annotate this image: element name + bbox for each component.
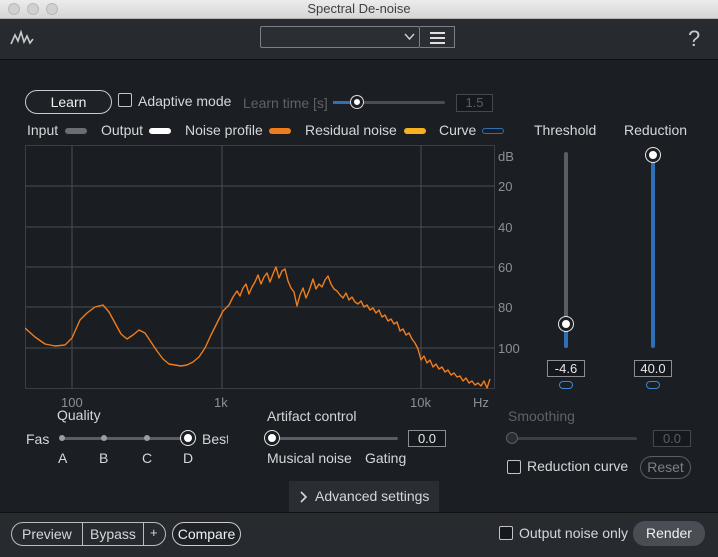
smoothing-slider-knob[interactable]	[506, 432, 518, 444]
quality-step-b[interactable]	[101, 435, 107, 441]
legend-output-swatch[interactable]	[149, 128, 171, 134]
db-axis-label: dB	[498, 149, 514, 164]
render-button[interactable]: Render	[633, 521, 705, 546]
learn-time-slider-knob[interactable]	[351, 96, 363, 108]
legend-noise-profile-label: Noise profile	[185, 122, 263, 138]
reduction-curve-label: Reduction curve	[527, 458, 629, 474]
advanced-settings-label: Advanced settings	[315, 488, 430, 504]
reduction-value[interactable]: 40.0	[634, 360, 672, 377]
musical-noise-label: Musical noise	[267, 450, 352, 466]
db-tick-20: 20	[498, 179, 513, 194]
legend-curve-swatch[interactable]	[482, 128, 504, 134]
artifact-control-slider[interactable]	[272, 437, 398, 440]
threshold-link-icon[interactable]	[559, 381, 573, 389]
window-titlebar: Spectral De-noise	[0, 0, 718, 19]
legend-input-swatch[interactable]	[65, 128, 87, 134]
spectrum-graph[interactable]	[25, 145, 495, 389]
help-button[interactable]: ?	[688, 26, 700, 52]
artifact-control-label: Artifact control	[267, 408, 357, 424]
window-title: Spectral De-noise	[307, 1, 411, 16]
db-tick-80: 80	[498, 300, 513, 315]
legend-input-label: Input	[27, 122, 59, 138]
reduction-label: Reduction	[624, 122, 688, 138]
legend-noise-profile-swatch[interactable]	[269, 128, 291, 134]
artifact-control-knob[interactable]	[265, 431, 279, 445]
freq-axis-unit: Hz	[473, 395, 489, 410]
preview-button[interactable]: Preview	[22, 526, 72, 542]
reduction-slider[interactable]	[651, 155, 655, 348]
compare-button[interactable]: Compare	[172, 522, 241, 546]
quality-step-a-label: A	[58, 450, 68, 466]
gating-label: Gating	[365, 450, 407, 466]
smoothing-slider[interactable]	[512, 437, 637, 440]
bypass-button[interactable]: Bypass	[90, 526, 136, 542]
izotope-logo-icon	[10, 30, 34, 45]
quality-slider[interactable]	[60, 437, 188, 440]
quality-step-b-label: B	[99, 450, 109, 466]
legend-output-label: Output	[101, 122, 144, 138]
legend-curve-label: Curve	[439, 122, 477, 138]
reduction-slider-knob[interactable]	[646, 148, 660, 162]
preset-dropdown[interactable]	[260, 26, 420, 48]
learn-button[interactable]: Learn	[25, 90, 112, 114]
spectrum-plot	[25, 145, 495, 389]
artifact-control-value[interactable]: 0.0	[408, 430, 446, 447]
db-tick-40: 40	[498, 220, 513, 235]
smoothing-value[interactable]: 0.0	[653, 430, 691, 447]
adaptive-mode-label: Adaptive mode	[138, 93, 232, 109]
smoothing-label: Smoothing	[508, 408, 575, 424]
preset-menu-button[interactable]	[420, 26, 455, 48]
legend-residual-noise-label: Residual noise	[305, 122, 397, 138]
threshold-value[interactable]: -4.6	[547, 360, 585, 377]
db-tick-60: 60	[498, 260, 513, 275]
learn-time-value[interactable]: 1.5	[456, 94, 493, 112]
db-tick-100: 100	[498, 341, 520, 356]
chevron-right-icon	[300, 491, 308, 503]
quality-step-c-label: C	[142, 450, 153, 466]
quality-best-label: Best	[202, 431, 228, 447]
add-button[interactable]: +	[150, 525, 158, 540]
noise-profile-curve	[25, 266, 491, 389]
advanced-settings-button[interactable]: Advanced settings	[289, 481, 439, 512]
threshold-slider-knob[interactable]	[559, 317, 573, 331]
freq-tick-1k: 1k	[214, 395, 228, 410]
chevron-down-icon	[404, 33, 415, 41]
quality-step-a[interactable]	[59, 435, 65, 441]
reduction-curve-checkbox[interactable]	[507, 460, 521, 474]
quality-fast-label: Fas	[26, 431, 50, 447]
output-noise-only-checkbox[interactable]	[499, 526, 513, 540]
menu-icon	[430, 32, 445, 34]
quality-slider-knob[interactable]	[181, 431, 195, 445]
output-noise-only-label: Output noise only	[519, 525, 628, 541]
threshold-label: Threshold	[534, 122, 597, 138]
quality-step-d-label: D	[183, 450, 194, 466]
reset-button[interactable]: Reset	[640, 456, 691, 479]
legend-residual-noise-swatch[interactable]	[404, 128, 426, 134]
quality-label: Quality	[57, 407, 101, 423]
quality-step-c[interactable]	[144, 435, 150, 441]
reduction-link-icon[interactable]	[646, 381, 660, 389]
learn-time-label: Learn time [s]	[243, 95, 328, 111]
adaptive-mode-checkbox[interactable]	[118, 93, 132, 107]
freq-tick-10k: 10k	[410, 395, 431, 410]
